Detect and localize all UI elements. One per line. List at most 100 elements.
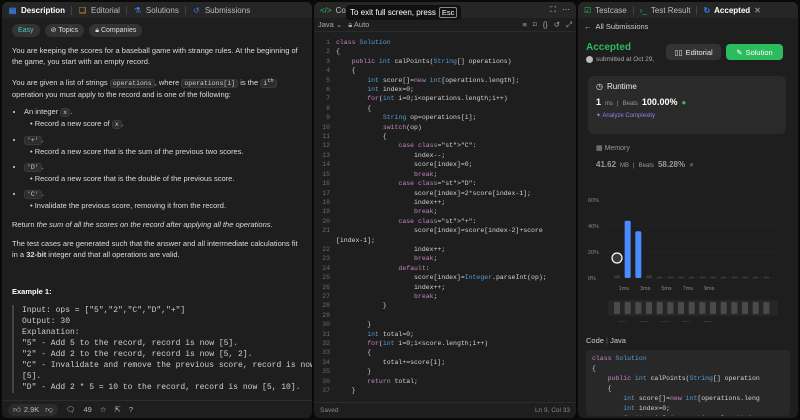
code-line[interactable]: 33 {: [314, 348, 576, 357]
code-line[interactable]: 16 case class="st">"D":: [314, 179, 576, 188]
code-line[interactable]: 29: [314, 311, 576, 320]
code-line[interactable]: 1 class Solution: [314, 38, 576, 47]
tab-submissions[interactable]: ↺ Submissions: [186, 2, 256, 18]
line-text: break;: [414, 292, 438, 300]
code-editor[interactable]: 1 class Solution 2{3 public int calPoints(…: [314, 34, 576, 402]
reset-icon[interactable]: ↺: [554, 20, 560, 30]
editorial-button[interactable]: ▯▯ Editorial: [666, 44, 721, 60]
code-line[interactable]: 19 break;: [314, 207, 576, 216]
line-text: public int calPoints(String[] operations…: [351, 57, 512, 65]
code-line[interactable]: 5 int score[]=new int[operations.length]…: [314, 76, 576, 85]
toast-text: To exit full screen, press: [350, 8, 436, 17]
more-icon[interactable]: ⋯: [562, 5, 570, 15]
code-line[interactable]: 11 {: [314, 132, 576, 141]
code-line[interactable]: 15 break;: [314, 170, 576, 179]
code-line[interactable]: 31 int total=0;: [314, 330, 576, 339]
code-line[interactable]: 25 score[index]=Integer.parseInt(op);: [314, 273, 576, 282]
auto-toggle[interactable]: 🔒︎ Auto: [348, 20, 369, 30]
code-line[interactable]: 36 return total;: [314, 377, 576, 386]
text: .: [41, 162, 44, 172]
code-line[interactable]: 10 switch(op): [314, 123, 576, 132]
overview-bar: [667, 302, 674, 314]
expand-icon[interactable]: ⤢: [566, 20, 572, 30]
text: Return: [12, 220, 37, 230]
esc-key: Esc: [438, 7, 458, 18]
code-line: int score[]=new int[operations.leng: [623, 395, 760, 402]
code-line[interactable]: 22 index++;: [314, 245, 576, 254]
solution-button[interactable]: ✎ Solution: [726, 44, 783, 60]
analyze-complexity-link[interactable]: ✦ Analyze Complexity: [596, 112, 778, 119]
tab-test-result[interactable]: ›_ Test Result: [634, 2, 697, 18]
code-line[interactable]: 21 score[index]=score[index-2]+score: [314, 226, 576, 235]
tab-description[interactable]: ▤ Description: [2, 2, 71, 18]
topics-label: Topics: [58, 27, 79, 34]
code-line[interactable]: 32 for(int i=0;i<score.length;i++): [314, 339, 576, 348]
share-icon[interactable]: ⇱: [115, 405, 121, 414]
help-icon[interactable]: ?: [129, 405, 133, 414]
runtime-card[interactable]: ◷ Runtime 1 ms | Beats 100.00% ● ✦ Analy…: [588, 76, 786, 134]
tab-editorial[interactable]: ❑ Editorial: [72, 2, 126, 18]
notes-icon[interactable]: ≡: [522, 20, 526, 30]
code-line[interactable]: 7 for(int i=0;i<operations.length;i++): [314, 94, 576, 103]
description-footer: 👍︎ 2.9K 👎︎ 🗨︎ 49 ☆ ⇱ ?: [2, 400, 312, 418]
code-line[interactable]: [index-1];: [314, 236, 576, 245]
companies-button[interactable]: 🔒︎ Companies: [89, 24, 143, 37]
code-line[interactable]: 35 }: [314, 367, 576, 376]
code-line[interactable]: 8 {: [314, 104, 576, 113]
code-line[interactable]: 28 }: [314, 301, 576, 310]
bookmark-icon[interactable]: ⌑: [533, 20, 537, 30]
code-line[interactable]: 6 int index=0;: [314, 85, 576, 94]
all-submissions-link[interactable]: ← All Submissions: [578, 18, 798, 34]
code-line[interactable]: 13 index--;: [314, 151, 576, 160]
code-line[interactable]: 27 break;: [314, 292, 576, 301]
code-line[interactable]: 20 case class="st">"+":: [314, 217, 576, 226]
code-line[interactable]: 24 default:: [314, 264, 576, 273]
fullscreen-icon[interactable]: ⛶: [550, 5, 556, 15]
code-line[interactable]: 4 {: [314, 66, 576, 75]
code-line[interactable]: 12 case class="st">"C":: [314, 141, 576, 150]
chart-bar: [699, 276, 706, 279]
star-icon[interactable]: ☆: [100, 405, 107, 414]
code-line[interactable]: 9 String op=operations[i];: [314, 113, 576, 122]
runtime-value: 1: [596, 97, 602, 107]
text: operation you must apply to the record a…: [12, 90, 231, 100]
topics-button[interactable]: ⊘ Topics: [44, 24, 85, 37]
line-number: 12: [322, 142, 330, 150]
tab-solutions[interactable]: ⚗ Solutions: [127, 2, 185, 18]
code-line[interactable]: 30 }: [314, 320, 576, 329]
memory-title[interactable]: ▦ Memory: [596, 144, 630, 152]
tab-accepted[interactable]: ↻ Accepted ✕: [697, 2, 766, 18]
tab-test-result-label: Test Result: [650, 5, 691, 15]
overview-bar: [699, 302, 706, 314]
code-line[interactable]: 34 total+=score[i];: [314, 358, 576, 367]
thumbs-down-icon[interactable]: 👎︎: [45, 405, 53, 415]
comment-icon[interactable]: 🗨︎: [66, 405, 76, 414]
code-line[interactable]: 3 public int calPoints(String[] operatio…: [314, 57, 576, 66]
leetcoin-icon: ●: [689, 160, 694, 169]
like-button[interactable]: 👍︎ 2.9K 👎︎: [8, 403, 58, 416]
difficulty-badge[interactable]: Easy: [12, 24, 40, 37]
close-icon[interactable]: ✕: [754, 6, 761, 15]
code-line[interactable]: 23 break;: [314, 254, 576, 263]
language-select[interactable]: Java ⌄: [318, 20, 342, 29]
problem-description: Easy ⊘ Topics 🔒︎ Companies You are keepi…: [2, 18, 312, 400]
code-line[interactable]: 37 }: [314, 386, 576, 395]
overview-bar: [635, 302, 642, 314]
code-line[interactable]: 14 score[index]=0;: [314, 160, 576, 169]
line-text: case class="st">"D":: [398, 180, 477, 188]
overview-tick-label: 3ms: [640, 320, 649, 322]
code-line[interactable]: 18 index++;: [314, 198, 576, 207]
solution-label: Solution: [745, 47, 773, 57]
runtime-beats: 100.00%: [641, 97, 678, 107]
chart-bar: [688, 276, 695, 279]
emphasis-text: the sum of all the scores on the record …: [36, 220, 271, 230]
code-line[interactable]: 26 index++;: [314, 283, 576, 292]
code-line[interactable]: 17 score[index]=2*score[index-1];: [314, 189, 576, 198]
runtime-distribution-chart[interactable]: 60% 40% 20% 0% 1ms 3ms 5ms 7ms 9ms 1ms 3ms 5ms 7ms 9m…: [586, 192, 786, 322]
code-line[interactable]: 2{: [314, 47, 576, 56]
line-text: }: [336, 302, 387, 310]
result-tabbar: ☑ Testcase ›_ Test Result ↻ Accepted ✕: [578, 2, 798, 18]
brackets-icon[interactable]: {}: [543, 20, 548, 30]
line-number: 21: [322, 227, 330, 235]
tab-testcase[interactable]: ☑ Testcase: [578, 2, 633, 18]
